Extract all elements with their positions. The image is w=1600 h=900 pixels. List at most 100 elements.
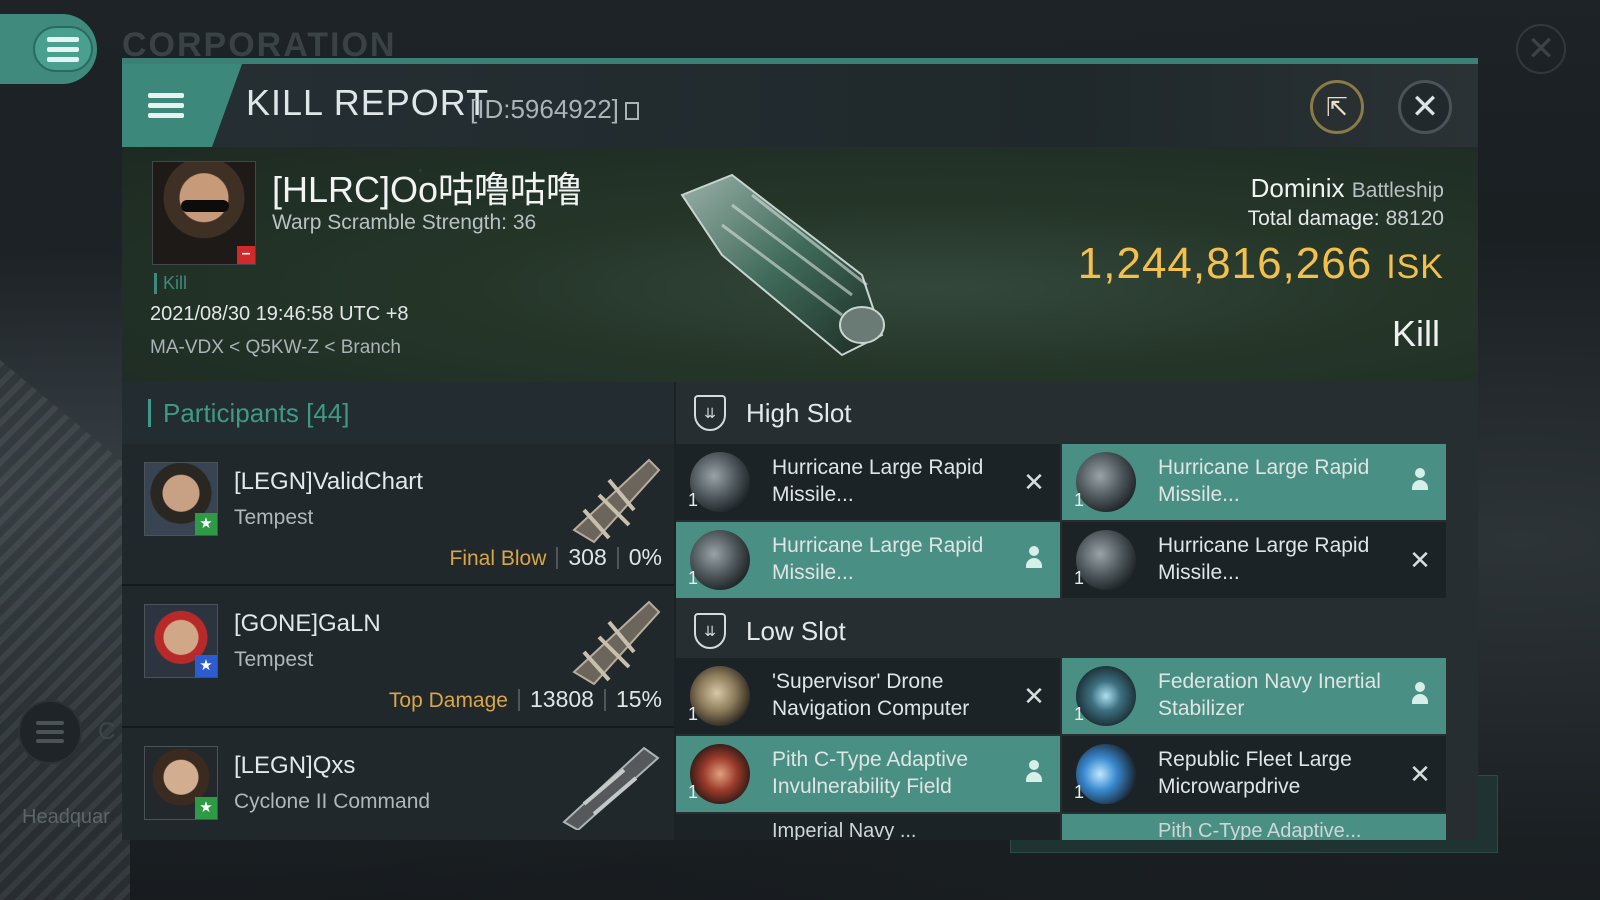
microwarpdrive-icon [1076, 744, 1136, 804]
participant-avatar[interactable]: ★ [144, 462, 218, 536]
module-quantity: 1 [688, 490, 699, 510]
participant-percent: 15% [615, 686, 662, 712]
dropped-person-icon [1026, 546, 1042, 570]
share-icon[interactable]: ⇱ [1310, 80, 1364, 134]
star-icon: ★ [195, 513, 217, 535]
menu-icon [33, 26, 93, 72]
standing-minus-icon: – [237, 246, 255, 264]
high-slot-header: ⇊ High Slot [676, 382, 1478, 444]
destroyed-icon: ✕ [1409, 545, 1431, 575]
participant-name: [GONE]GaLN [234, 610, 381, 637]
participant-row[interactable]: ★ [LEGN]ValidChart Tempest Final Blow 308… [122, 444, 674, 586]
destroyed-icon: ✕ [1023, 467, 1045, 497]
victim-ship-image[interactable] [662, 165, 912, 365]
module-item[interactable]: 1 Hurricane Large Rapid Missile... [676, 522, 1060, 598]
top-damage-tag: Top Damage [388, 689, 508, 712]
participant-avatar[interactable]: ★ [144, 604, 218, 678]
module-item[interactable]: 1 Hurricane Large Rapid Missile... [1062, 444, 1446, 520]
copy-icon[interactable] [624, 102, 639, 120]
participant-stats: Final Blow 308 0% [450, 544, 663, 571]
module-name: Pith C-Type Adaptive... [1158, 820, 1362, 840]
participants-header[interactable]: Participants [44] [122, 382, 674, 444]
kill-tag: Kill [154, 273, 187, 294]
main-menu-button[interactable] [0, 14, 97, 84]
module-item[interactable]: 1 Federation Navy Inertial Stabilizer [1062, 658, 1446, 734]
module-item[interactable]: 1 Hurricane Large Rapid Missile... ✕ [676, 444, 1060, 520]
dropped-person-icon [1026, 760, 1042, 784]
participant-ship: Cyclone II Command [234, 790, 431, 813]
participants-panel: Participants [44] ★ [LEGN]ValidChart Tem… [122, 382, 674, 840]
high-slot-title: High Slot [746, 397, 852, 428]
module-item-partial[interactable]: Pith C-Type Adaptive... [1062, 814, 1446, 840]
side-menu-button[interactable] [18, 700, 82, 764]
background-letter: C [98, 718, 116, 745]
isk-value: 1,244,816,266 ISK [1078, 239, 1444, 289]
total-damage-label: Total damage: [1247, 207, 1380, 230]
isk-amount: 1,244,816,266 [1077, 239, 1373, 288]
total-damage: Total damage: 88120 [1248, 207, 1444, 231]
missile-launcher-icon [1076, 530, 1136, 590]
module-item[interactable]: 1 Republic Fleet Large Microwarpdrive ✕ [1062, 736, 1446, 812]
report-id-text: [ID:5964922] [470, 94, 619, 124]
kill-location[interactable]: MA-VDX < Q5KW-Z < Branch [150, 337, 401, 359]
module-quantity: 1 [1074, 568, 1085, 588]
dropped-person-icon [1412, 682, 1428, 706]
participant-row[interactable]: ★ [LEGN]Qxs Cyclone II Command [122, 728, 674, 840]
module-name: Hurricane Large Rapid Missile... [1158, 534, 1370, 584]
kill-summary: – [HLRC]Oo咕噜咕噜 Warp Scramble Strength: 3… [122, 147, 1478, 382]
module-item[interactable]: 1 Hurricane Large Rapid Missile... ✕ [1062, 522, 1446, 598]
ship-info[interactable]: Dominix Battleship [1251, 173, 1444, 204]
background-close-icon[interactable]: ✕ [1516, 24, 1566, 74]
module-quantity: 1 [1074, 490, 1085, 510]
close-icon[interactable]: ✕ [1398, 80, 1452, 134]
window-header: KILL REPORT [ID:5964922] ⇱ ✕ [122, 64, 1478, 147]
module-item[interactable]: 1 'Supervisor' Drone Navigation Computer… [676, 658, 1060, 734]
inertial-stabilizer-icon [1076, 666, 1136, 726]
module-name: Republic Fleet Large Microwarpdrive [1158, 748, 1352, 798]
participant-damage: 13808 [529, 686, 594, 712]
participant-ship-image [572, 600, 661, 686]
isk-unit: ISK [1386, 248, 1444, 286]
star-icon: ★ [195, 797, 217, 819]
window-menu-button[interactable] [122, 64, 242, 147]
module-quantity: 1 [688, 782, 699, 802]
low-slot-icon: ⇊ [694, 613, 726, 649]
low-slot-header: ⇊ Low Slot [676, 600, 1478, 662]
module-item-partial[interactable]: Imperial Navy ... [676, 814, 1060, 840]
module-quantity: 1 [688, 704, 699, 724]
destroyed-icon: ✕ [1409, 759, 1431, 789]
module-quantity: 1 [1074, 704, 1085, 724]
menu-icon [36, 721, 64, 743]
module-quantity: 1 [1074, 782, 1085, 802]
window-title: KILL REPORT [246, 82, 490, 123]
module-name: Imperial Navy ... [772, 820, 917, 840]
kill-result: Kill [1391, 313, 1440, 354]
total-damage-value: 88120 [1385, 207, 1444, 230]
final-blow-tag: Final Blow [449, 547, 547, 570]
missile-launcher-icon [690, 452, 750, 512]
victim-avatar[interactable]: – [152, 161, 256, 265]
drone-navigation-icon [690, 666, 750, 726]
missile-launcher-icon [690, 530, 750, 590]
participant-name: [LEGN]ValidChart [234, 468, 423, 495]
high-slot-icon: ⇊ [694, 395, 726, 431]
menu-icon [148, 93, 184, 118]
participant-name: [LEGN]Qxs [234, 752, 356, 779]
participant-row[interactable]: ★ [GONE]GaLN Tempest Top Damage 13808 15% [122, 586, 674, 728]
headquarters-label: Headquar [22, 806, 110, 828]
participant-ship: Tempest [234, 648, 314, 671]
fitting-panel: ⇊ High Slot 1 Hurricane Large Rapid Miss… [676, 382, 1478, 840]
report-id[interactable]: [ID:5964922] [470, 94, 639, 125]
module-name: Pith C-Type Adaptive Invulnerability Fie… [772, 748, 969, 798]
victim-name[interactable]: [HLRC]Oo咕噜咕噜 [272, 161, 582, 213]
kill-datetime: 2021/08/30 19:46:58 UTC +8 [150, 303, 409, 325]
invulnerability-field-icon [690, 744, 750, 804]
star-icon: ★ [195, 655, 217, 677]
participant-damage: 308 [568, 544, 607, 570]
ship-name: Dominix [1250, 173, 1345, 203]
ship-class: Battleship [1351, 179, 1444, 202]
module-name: Hurricane Large Rapid Missile... [1158, 456, 1370, 506]
module-item[interactable]: 1 Pith C-Type Adaptive Invulnerability F… [676, 736, 1060, 812]
participant-avatar[interactable]: ★ [144, 746, 218, 820]
participant-ship: Tempest [234, 506, 314, 529]
